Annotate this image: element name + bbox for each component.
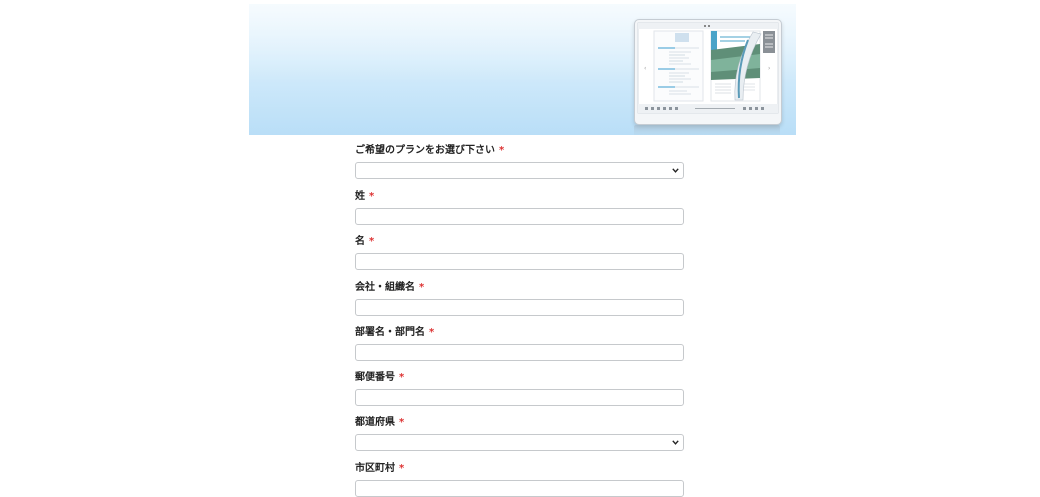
required-mark: * — [399, 372, 405, 383]
svg-text:‹: ‹ — [644, 65, 646, 72]
company-label: 会社・組織名 * — [355, 282, 425, 293]
chevron-down-icon — [672, 165, 679, 177]
required-mark: * — [429, 327, 435, 338]
required-mark: * — [369, 236, 375, 247]
city-input[interactable] — [355, 480, 684, 497]
required-mark: * — [369, 191, 375, 202]
city-label: 市区町村 * — [355, 463, 405, 474]
department-field: 部署名・部門名 * — [355, 325, 685, 361]
plan-label: ご希望のプランをお選び下さい * — [355, 145, 505, 156]
first-name-field: 名 * — [355, 234, 685, 270]
last-name-field: 姓 * — [355, 189, 685, 225]
required-mark: * — [399, 417, 405, 428]
required-mark: * — [399, 463, 405, 474]
required-mark: * — [419, 282, 425, 293]
tablet-ebook-illustration: ‹ › — [634, 19, 782, 125]
plan-field: ご希望のプランをお選び下さい * — [355, 143, 685, 179]
first-name-input[interactable] — [355, 253, 684, 270]
chevron-down-icon — [672, 437, 679, 449]
last-name-input[interactable] — [355, 208, 684, 225]
plan-select[interactable] — [355, 162, 684, 179]
department-input[interactable] — [355, 344, 684, 361]
required-mark: * — [499, 145, 505, 156]
department-label: 部署名・部門名 * — [355, 327, 435, 338]
prefecture-label: 都道府県 * — [355, 417, 405, 428]
company-field: 会社・組織名 * — [355, 280, 685, 316]
postal-code-input[interactable] — [355, 389, 684, 406]
first-name-label: 名 * — [355, 236, 375, 247]
prefecture-select[interactable] — [355, 434, 684, 451]
ebook-viewer-icon: ‹ › — [637, 22, 779, 114]
postal-code-label: 郵便番号 * — [355, 372, 405, 383]
svg-text:›: › — [768, 65, 770, 72]
city-field: 市区町村 * — [355, 461, 685, 497]
prefecture-field: 都道府県 * — [355, 415, 685, 451]
company-input[interactable] — [355, 299, 684, 316]
postal-code-field: 郵便番号 * — [355, 370, 685, 406]
last-name-label: 姓 * — [355, 191, 375, 202]
tablet-reflection — [634, 125, 780, 135]
header-banner: ‹ › — [249, 4, 796, 135]
